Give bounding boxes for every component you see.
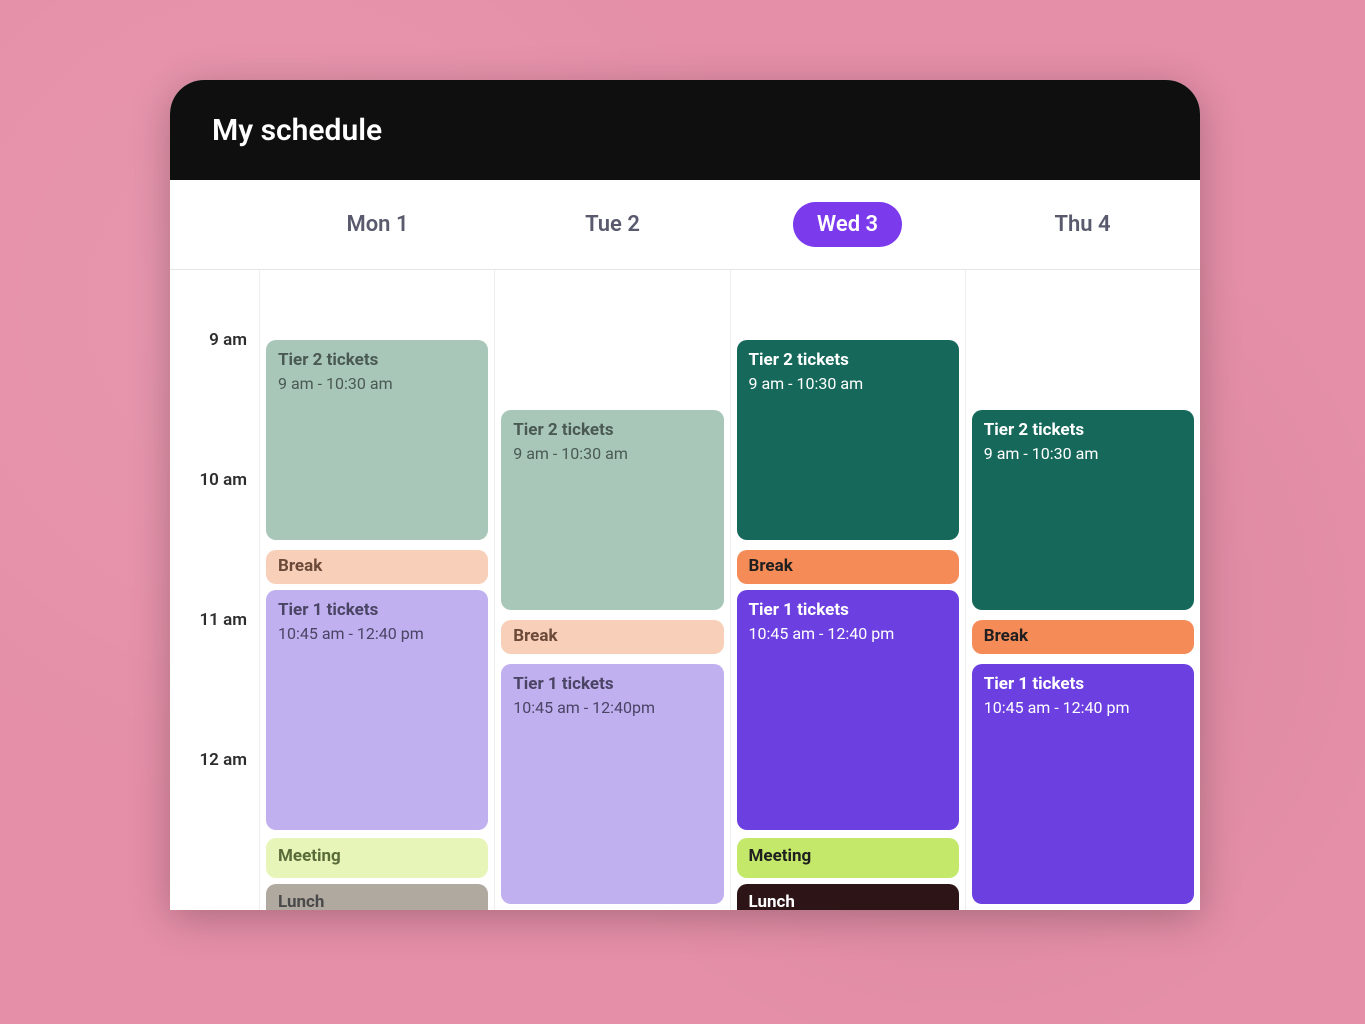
event-title: Meeting [749,846,947,866]
event-title: Tier 1 tickets [984,674,1182,694]
event-time: 10:45 am - 12:40 pm [984,698,1182,717]
time-label-12am: 12 am [199,750,247,770]
event-title: Break [278,556,476,576]
schedule-window: My schedule Mon 1 Tue 2 Wed 3 Thu 4 9 am… [170,80,1200,910]
event-time: 10:45 am - 12:40 pm [749,624,947,643]
event-tier2[interactable]: Tier 2 tickets 9 am - 10:30 am [501,410,723,610]
day-label: Thu 4 [1030,202,1134,247]
event-title: Lunch [749,892,947,910]
event-title: Tier 1 tickets [749,600,947,620]
event-tier1[interactable]: Tier 1 tickets 10:45 am - 12:40pm [501,664,723,904]
event-title: Tier 1 tickets [278,600,476,620]
event-title: Break [984,626,1182,646]
titlebar: My schedule [170,80,1200,180]
day-col-tue: Tier 2 tickets 9 am - 10:30 am Break Tie… [495,270,730,910]
day-columns: Tier 2 tickets 9 am - 10:30 am Break Tie… [260,270,1200,910]
day-col-thu: Tier 2 tickets 9 am - 10:30 am Break Tie… [966,270,1200,910]
day-header-wed[interactable]: Wed 3 [730,180,965,269]
event-title: Break [749,556,947,576]
event-break[interactable]: Break [737,550,959,584]
event-lunch[interactable]: Lunch [266,884,488,910]
page-title: My schedule [212,113,382,148]
day-col-mon: Tier 2 tickets 9 am - 10:30 am Break Tie… [260,270,495,910]
event-tier2[interactable]: Tier 2 tickets 9 am - 10:30 am [737,340,959,540]
event-title: Tier 1 tickets [513,674,711,694]
event-title: Break [513,626,711,646]
time-label-9am: 9 am [209,330,247,350]
event-title: Tier 2 tickets [513,420,711,440]
event-break[interactable]: Break [266,550,488,584]
event-break[interactable]: Break [972,620,1194,654]
event-time: 10:45 am - 12:40pm [513,698,711,717]
day-label: Wed 3 [793,202,902,247]
event-tier2[interactable]: Tier 2 tickets 9 am - 10:30 am [266,340,488,540]
day-label: Tue 2 [561,202,664,247]
event-tier1[interactable]: Tier 1 tickets 10:45 am - 12:40 pm [972,664,1194,904]
day-header-thu[interactable]: Thu 4 [965,180,1200,269]
event-title: Tier 2 tickets [984,420,1182,440]
event-time: 9 am - 10:30 am [984,444,1182,463]
day-label: Mon 1 [322,202,432,247]
time-axis: 9 am 10 am 11 am 12 am [170,270,260,910]
event-meeting[interactable]: Meeting [266,838,488,878]
event-title: Tier 2 tickets [749,350,947,370]
day-header-tue[interactable]: Tue 2 [495,180,730,269]
event-time: 9 am - 10:30 am [513,444,711,463]
time-label-10am: 10 am [199,470,247,490]
event-lunch[interactable]: Lunch [737,884,959,910]
day-header-mon[interactable]: Mon 1 [260,180,495,269]
time-label-11am: 11 am [199,610,247,630]
event-time: 9 am - 10:30 am [749,374,947,393]
event-break[interactable]: Break [501,620,723,654]
day-col-wed: Tier 2 tickets 9 am - 10:30 am Break Tie… [731,270,966,910]
calendar-grid: 9 am 10 am 11 am 12 am Tier 2 tickets 9 … [170,270,1200,910]
event-time: 9 am - 10:30 am [278,374,476,393]
event-time: 10:45 am - 12:40 pm [278,624,476,643]
event-tier2[interactable]: Tier 2 tickets 9 am - 10:30 am [972,410,1194,610]
event-title: Meeting [278,846,476,866]
event-title: Tier 2 tickets [278,350,476,370]
event-tier1[interactable]: Tier 1 tickets 10:45 am - 12:40 pm [737,590,959,830]
event-title: Lunch [278,892,476,910]
day-header-row: Mon 1 Tue 2 Wed 3 Thu 4 [170,180,1200,270]
event-meeting[interactable]: Meeting [737,838,959,878]
event-tier1[interactable]: Tier 1 tickets 10:45 am - 12:40 pm [266,590,488,830]
